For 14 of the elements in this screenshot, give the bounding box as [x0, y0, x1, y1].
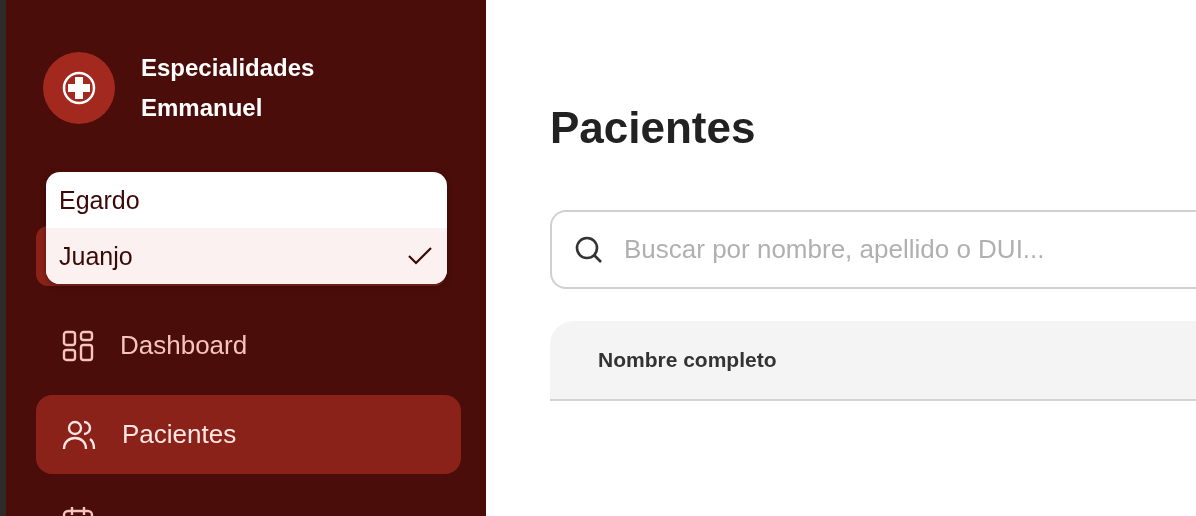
page-title: Pacientes	[550, 102, 757, 154]
search-field[interactable]: Buscar por nombre, apellido o DUI...	[550, 210, 1196, 289]
checkmark-icon	[407, 246, 433, 266]
brand-name: Especialidades	[141, 53, 315, 83]
users-icon	[62, 418, 96, 451]
brand-name: Emmanuel	[141, 93, 264, 123]
logo-icon	[43, 52, 115, 124]
dropdown-option[interactable]: Egardo	[59, 172, 433, 228]
dropdown-option[interactable]: Juanjo	[46, 228, 447, 284]
dashboard-grid-icon	[62, 329, 94, 362]
column-header: Nombre completo	[598, 348, 777, 372]
nav-item[interactable]: Pacientes	[36, 395, 461, 474]
search-icon	[574, 235, 604, 265]
nav-item[interactable]: Dashboard	[36, 306, 461, 385]
